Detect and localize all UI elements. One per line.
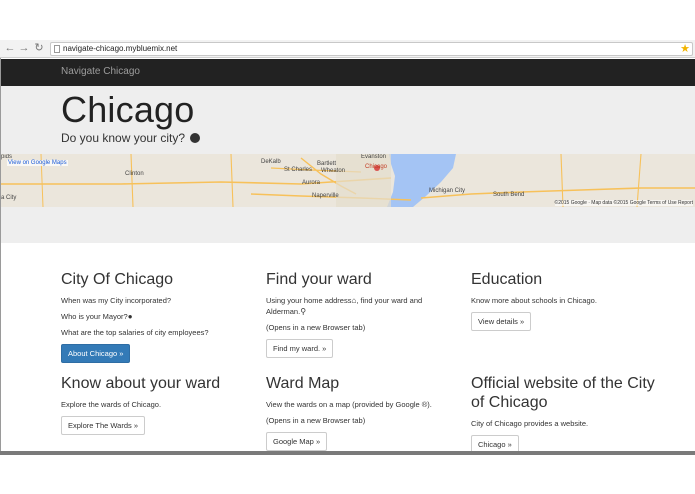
section-text: Explore the wards of Chicago. — [61, 400, 162, 409]
section-text: When was my City incorporated? — [61, 296, 172, 305]
browser-toolbar: ← → ↻ navigate-chicago.mybluemix.net ★ — [0, 40, 695, 58]
section-city: City Of Chicago When was my City incorpo… — [61, 270, 251, 363]
section-text-span: , find your ward and — [356, 296, 423, 305]
section-education: Education Know more about schools in Chi… — [471, 270, 661, 331]
section-text: (Opens in a new Browser tab) — [266, 323, 366, 332]
forward-arrow-icon[interactable]: → — [18, 42, 30, 54]
section-text: Using your home address⌂, find your ward… — [266, 295, 456, 317]
section-find-ward: Find your ward Using your home address⌂,… — [266, 270, 456, 358]
map-label: Wheaton — [321, 168, 346, 174]
section-text: Know more about schools in Chicago. — [471, 296, 597, 305]
section-heading: Official website of the City of Chicago — [471, 375, 655, 411]
section-ward-map: Ward Map View the wards on a map (provid… — [266, 374, 456, 451]
about-chicago-button[interactable]: About Chicago » — [61, 344, 131, 363]
map-label: DeKalb — [261, 159, 281, 165]
tagline-text: Do you know your city? — [61, 131, 186, 145]
address-bar[interactable]: navigate-chicago.mybluemix.net ★ — [50, 42, 693, 56]
map-label: Michigan City — [429, 188, 466, 194]
chicago-urban-area — [336, 154, 391, 207]
google-map-button[interactable]: Google Map » — [266, 432, 328, 451]
section-heading: Find your ward — [266, 271, 372, 288]
section-text: City of Chicago provides a website. — [471, 419, 589, 428]
map-label: South Bend — [493, 192, 525, 198]
page-icon — [54, 45, 60, 53]
tagline: Do you know your city? — [61, 131, 201, 145]
view-details-button[interactable]: View details » — [471, 312, 532, 331]
section-official: Official website of the City of Chicago … — [471, 374, 671, 454]
url-text[interactable]: navigate-chicago.mybluemix.net — [63, 43, 177, 55]
section-heading: Know about your ward — [61, 375, 221, 392]
star-icon[interactable]: ★ — [680, 42, 690, 55]
map-label: a City — [1, 195, 17, 201]
map-label: Bartlett — [317, 161, 337, 167]
map-label: St Charles — [284, 167, 313, 173]
explore-wards-button[interactable]: Explore The Wards » — [61, 416, 146, 435]
section-heading: Education — [471, 271, 543, 288]
section-text: What are the top salaries of city employ… — [61, 328, 209, 337]
find-my-ward-button[interactable]: Find my ward. » — [266, 339, 334, 358]
section-text-span: Using your home address — [266, 296, 352, 305]
globe-icon — [190, 133, 201, 143]
map-attribution[interactable]: ©2015 Google · Map data ©2015 Google Ter… — [554, 200, 693, 206]
search-icon: ⚲ — [300, 307, 307, 316]
section-text-span: Alderman. — [266, 307, 301, 316]
section-heading: City Of Chicago — [61, 271, 174, 288]
section-text: (Opens in a new Browser tab) — [266, 416, 366, 425]
section-text: Who is your Mayor?● — [61, 311, 251, 322]
section-know-ward: Know about your ward Explore the wards o… — [61, 374, 251, 435]
section-heading: Ward Map — [266, 375, 340, 392]
map-label: Evanston — [361, 154, 387, 160]
map-strip[interactable]: View on Google Maps pids Clinton DeKalb … — [1, 154, 695, 207]
map-label: Chicago — [365, 164, 388, 170]
view-on-google-maps-link[interactable]: View on Google Maps — [7, 160, 68, 166]
reload-icon[interactable]: ↻ — [33, 42, 45, 54]
horizontal-scrollbar[interactable] — [0, 451, 695, 455]
map-label: Aurora — [302, 180, 321, 186]
map-label: pids — [1, 154, 13, 160]
map-label: Naperville — [312, 193, 339, 199]
section-text-span: Who is your Mayor? — [61, 312, 128, 321]
back-arrow-icon[interactable]: ← — [4, 42, 16, 54]
navbar-brand[interactable]: Navigate Chicago — [61, 66, 140, 77]
user-icon: ● — [127, 312, 133, 321]
map-label: Clinton — [125, 171, 144, 177]
top-navbar: Navigate Chicago — [1, 59, 695, 86]
page-title: Chicago — [61, 89, 195, 130]
section-text: View the wards on a map (provided by Goo… — [266, 400, 432, 409]
